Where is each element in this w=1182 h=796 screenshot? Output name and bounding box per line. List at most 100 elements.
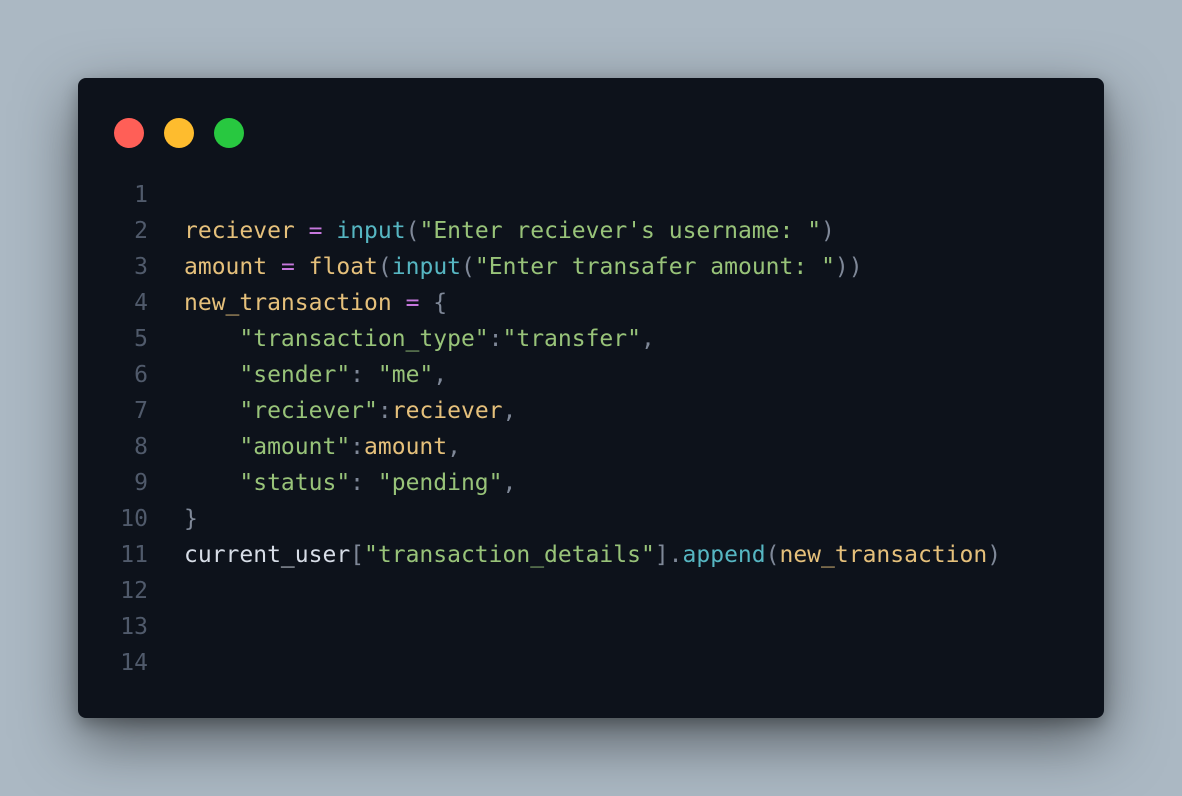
line-number: 13 (120, 614, 148, 640)
code-line: 8 "amount":amount, (78, 429, 1104, 465)
line-number: 5 (134, 326, 148, 352)
line-number: 11 (120, 542, 148, 568)
code-line: 14 (78, 645, 1104, 681)
code-token: amount (364, 434, 448, 460)
code-token: { (433, 290, 448, 316)
code-token: append (682, 542, 766, 568)
code-token: )) (834, 254, 863, 280)
code-token: , (640, 326, 655, 352)
code-line: 5 "transaction_type":"transfer", (78, 321, 1104, 357)
code-token: } (184, 506, 198, 532)
code-line: 9 "status": "pending", (78, 465, 1104, 501)
code-token: ( (405, 218, 420, 244)
line-number: 6 (134, 362, 148, 388)
code-line: 6 "sender": "me", (78, 357, 1104, 393)
code-line: 10} (78, 501, 1104, 537)
code-token: "reciever" (239, 398, 378, 424)
code-text: reciever = input("Enter reciever's usern… (184, 213, 835, 249)
code-token: "amount" (239, 434, 351, 460)
line-number: 1 (134, 182, 148, 208)
code-text: "sender": "me", (184, 357, 447, 393)
code-token: = (405, 290, 420, 316)
code-token: : (350, 434, 365, 460)
code-token: , (447, 434, 461, 460)
code-token: ( (377, 254, 392, 280)
line-number: 9 (134, 470, 148, 496)
code-token: "Enter reciever's username: " (419, 218, 822, 244)
code-token: input (336, 218, 406, 244)
code-token: "transaction_type" (239, 326, 489, 352)
line-number: 2 (134, 218, 148, 244)
code-text: new_transaction = { (184, 285, 447, 321)
code-line: 13 (78, 609, 1104, 645)
line-number: 3 (134, 254, 148, 280)
code-token: , (433, 362, 448, 388)
maximize-button[interactable] (214, 118, 244, 148)
code-token: new_transaction (184, 290, 392, 316)
code-text: amount = float(input("Enter transafer am… (184, 249, 863, 285)
line-number: 12 (120, 578, 148, 604)
line-number: 4 (134, 290, 148, 316)
line-number: 7 (134, 398, 148, 424)
code-token: "transfer" (502, 326, 641, 352)
close-button[interactable] (114, 118, 144, 148)
code-token: reciever (391, 398, 503, 424)
code-line: 2 reciever = input("Enter reciever's user… (78, 213, 1104, 249)
code-text: "transaction_type":"transfer", (184, 321, 655, 357)
code-token: ( (765, 542, 780, 568)
code-token: "status" (239, 470, 351, 496)
code-token: : (488, 326, 503, 352)
code-text: } (184, 501, 198, 537)
code-token: float (308, 254, 378, 280)
code-token: ) (821, 218, 835, 244)
code-block[interactable]: 1 2 reciever = input("Enter reciever's use… (78, 177, 1104, 681)
code-line: 12 (78, 573, 1104, 609)
line-number: 10 (120, 506, 148, 532)
code-token: , (502, 398, 517, 424)
code-token: input (391, 254, 462, 280)
code-line: 4 new_transaction = { (78, 285, 1104, 321)
code-text: current_user["transaction_details"].appe… (184, 537, 1001, 573)
code-token: new_transaction (779, 542, 988, 568)
code-token: ]. (654, 542, 683, 568)
code-token: = (280, 254, 295, 280)
code-token: reciever (184, 218, 295, 244)
code-window: 1 2 reciever = input("Enter reciever's use… (78, 78, 1104, 718)
code-token: "Enter transafer amount: " (474, 254, 835, 280)
code-text: "amount":amount, (184, 429, 461, 465)
code-line: 11 current_user["transaction_details"].ap… (78, 537, 1104, 573)
code-token: : (350, 470, 378, 496)
code-token: = (308, 218, 323, 244)
code-token: : (377, 398, 392, 424)
code-text: "status": "pending", (184, 465, 516, 501)
code-token: "sender" (239, 362, 351, 388)
line-number: 8 (134, 434, 148, 460)
code-line: 1 (78, 177, 1104, 213)
code-token: amount (184, 254, 268, 280)
code-token: [ (350, 542, 365, 568)
code-line: 3 amount = float(input("Enter transafer a… (78, 249, 1104, 285)
code-line: 7 "reciever":reciever, (78, 393, 1104, 429)
line-number: 14 (120, 650, 148, 676)
code-token: , (502, 470, 517, 496)
minimize-button[interactable] (164, 118, 194, 148)
code-token: current_user (184, 542, 351, 568)
code-token: "transaction_details" (364, 542, 655, 568)
code-token: ( (461, 254, 475, 280)
code-token: ) (987, 542, 1002, 568)
code-token: "me" (377, 362, 434, 388)
code-token: : (350, 362, 378, 388)
code-text: "reciever":reciever, (184, 393, 516, 429)
code-token: "pending" (377, 470, 503, 496)
